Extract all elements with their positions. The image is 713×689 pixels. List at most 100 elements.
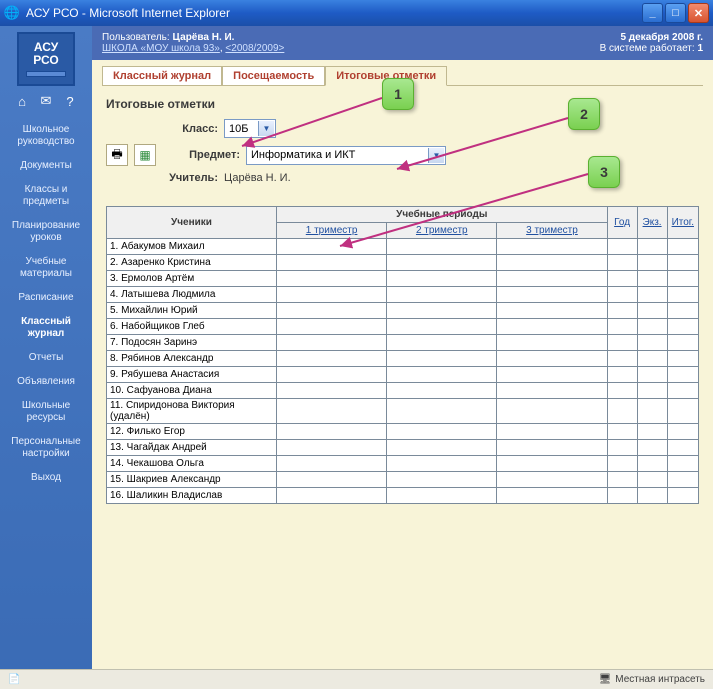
grade-cell[interactable]	[637, 456, 667, 472]
grade-cell[interactable]	[387, 351, 497, 367]
grade-cell[interactable]	[637, 319, 667, 335]
grade-cell[interactable]	[667, 255, 698, 271]
grade-cell[interactable]	[277, 383, 387, 399]
grade-cell[interactable]	[387, 303, 497, 319]
sidebar-item[interactable]: Классный журнал	[0, 310, 92, 346]
grade-cell[interactable]	[637, 367, 667, 383]
grade-cell[interactable]	[667, 424, 698, 440]
grade-cell[interactable]	[387, 367, 497, 383]
grade-cell[interactable]	[637, 303, 667, 319]
grade-cell[interactable]	[387, 383, 497, 399]
grade-cell[interactable]	[497, 319, 607, 335]
grade-cell[interactable]	[277, 287, 387, 303]
close-button[interactable]: ✕	[688, 3, 709, 23]
grade-cell[interactable]	[667, 488, 698, 504]
grade-cell[interactable]	[277, 335, 387, 351]
tab[interactable]: Классный журнал	[102, 66, 222, 86]
sidebar-item[interactable]: Выход	[0, 466, 92, 490]
grade-cell[interactable]	[277, 424, 387, 440]
school-link[interactable]: ШКОЛА «МОУ школа 93»	[102, 43, 220, 54]
grade-cell[interactable]	[607, 351, 637, 367]
grade-cell[interactable]	[637, 287, 667, 303]
grade-cell[interactable]	[607, 456, 637, 472]
subject-select[interactable]: Информатика и ИКТ ▼	[246, 146, 446, 165]
grade-cell[interactable]	[497, 367, 607, 383]
grade-cell[interactable]	[607, 335, 637, 351]
grade-cell[interactable]	[387, 319, 497, 335]
grade-cell[interactable]	[497, 488, 607, 504]
grade-cell[interactable]	[607, 440, 637, 456]
grade-cell[interactable]	[637, 424, 667, 440]
sidebar-item[interactable]: Документы	[0, 154, 92, 178]
col-year[interactable]: Год	[607, 207, 637, 239]
grade-cell[interactable]	[607, 319, 637, 335]
grade-cell[interactable]	[387, 440, 497, 456]
grade-cell[interactable]	[667, 319, 698, 335]
sidebar-item[interactable]: Расписание	[0, 286, 92, 310]
grade-cell[interactable]	[667, 440, 698, 456]
grade-cell[interactable]	[667, 271, 698, 287]
grade-cell[interactable]	[607, 303, 637, 319]
grade-cell[interactable]	[277, 399, 387, 424]
grade-cell[interactable]	[607, 424, 637, 440]
sidebar-item[interactable]: Объявления	[0, 370, 92, 394]
grade-cell[interactable]	[637, 399, 667, 424]
grade-cell[interactable]	[277, 271, 387, 287]
sidebar-item[interactable]: Отчеты	[0, 346, 92, 370]
grade-cell[interactable]	[277, 472, 387, 488]
home-icon[interactable]: ⌂	[13, 92, 31, 110]
sidebar-item[interactable]: Школьные ресурсы	[0, 394, 92, 430]
help-icon[interactable]: ?	[61, 92, 79, 110]
grade-cell[interactable]	[277, 488, 387, 504]
col-period[interactable]: 3 триместр	[497, 223, 607, 239]
grade-cell[interactable]	[667, 456, 698, 472]
grade-cell[interactable]	[607, 488, 637, 504]
class-select[interactable]: 10Б ▼	[224, 119, 276, 138]
grade-cell[interactable]	[387, 255, 497, 271]
grade-cell[interactable]	[497, 303, 607, 319]
grade-cell[interactable]	[607, 399, 637, 424]
grade-cell[interactable]	[497, 399, 607, 424]
grade-cell[interactable]	[607, 239, 637, 255]
year-link[interactable]: <2008/2009>	[225, 43, 284, 54]
sidebar-item[interactable]: Персональные настройки	[0, 430, 92, 466]
grade-cell[interactable]	[607, 383, 637, 399]
print-button[interactable]: 🖶	[106, 144, 128, 166]
grade-cell[interactable]	[607, 367, 637, 383]
grade-cell[interactable]	[667, 351, 698, 367]
grade-cell[interactable]	[387, 399, 497, 424]
grade-cell[interactable]	[387, 239, 497, 255]
grade-cell[interactable]	[497, 239, 607, 255]
grade-cell[interactable]	[497, 351, 607, 367]
grade-cell[interactable]	[637, 239, 667, 255]
maximize-button[interactable]: □	[665, 3, 686, 23]
sidebar-item[interactable]: Классы и предметы	[0, 178, 92, 214]
grade-cell[interactable]	[637, 351, 667, 367]
grade-cell[interactable]	[277, 440, 387, 456]
sidebar-item[interactable]: Учебные материалы	[0, 250, 92, 286]
grade-cell[interactable]	[667, 472, 698, 488]
grade-cell[interactable]	[497, 271, 607, 287]
export-excel-button[interactable]: ▦	[134, 144, 156, 166]
mail-icon[interactable]: ✉	[37, 92, 55, 110]
sidebar-item[interactable]: Планирование уроков	[0, 214, 92, 250]
grade-cell[interactable]	[637, 335, 667, 351]
col-period[interactable]: 2 триместр	[387, 223, 497, 239]
grade-cell[interactable]	[667, 383, 698, 399]
grade-cell[interactable]	[497, 472, 607, 488]
minimize-button[interactable]: _	[642, 3, 663, 23]
grade-cell[interactable]	[387, 424, 497, 440]
grade-cell[interactable]	[607, 472, 637, 488]
col-exam[interactable]: Экз.	[637, 207, 667, 239]
grade-cell[interactable]	[277, 255, 387, 271]
grade-cell[interactable]	[667, 287, 698, 303]
grade-cell[interactable]	[387, 456, 497, 472]
grade-cell[interactable]	[387, 488, 497, 504]
grade-cell[interactable]	[667, 303, 698, 319]
grade-cell[interactable]	[637, 488, 667, 504]
grade-cell[interactable]	[667, 399, 698, 424]
sidebar-item[interactable]: Школьное руководство	[0, 118, 92, 154]
grade-cell[interactable]	[667, 335, 698, 351]
grade-cell[interactable]	[637, 271, 667, 287]
col-final[interactable]: Итог.	[667, 207, 698, 239]
